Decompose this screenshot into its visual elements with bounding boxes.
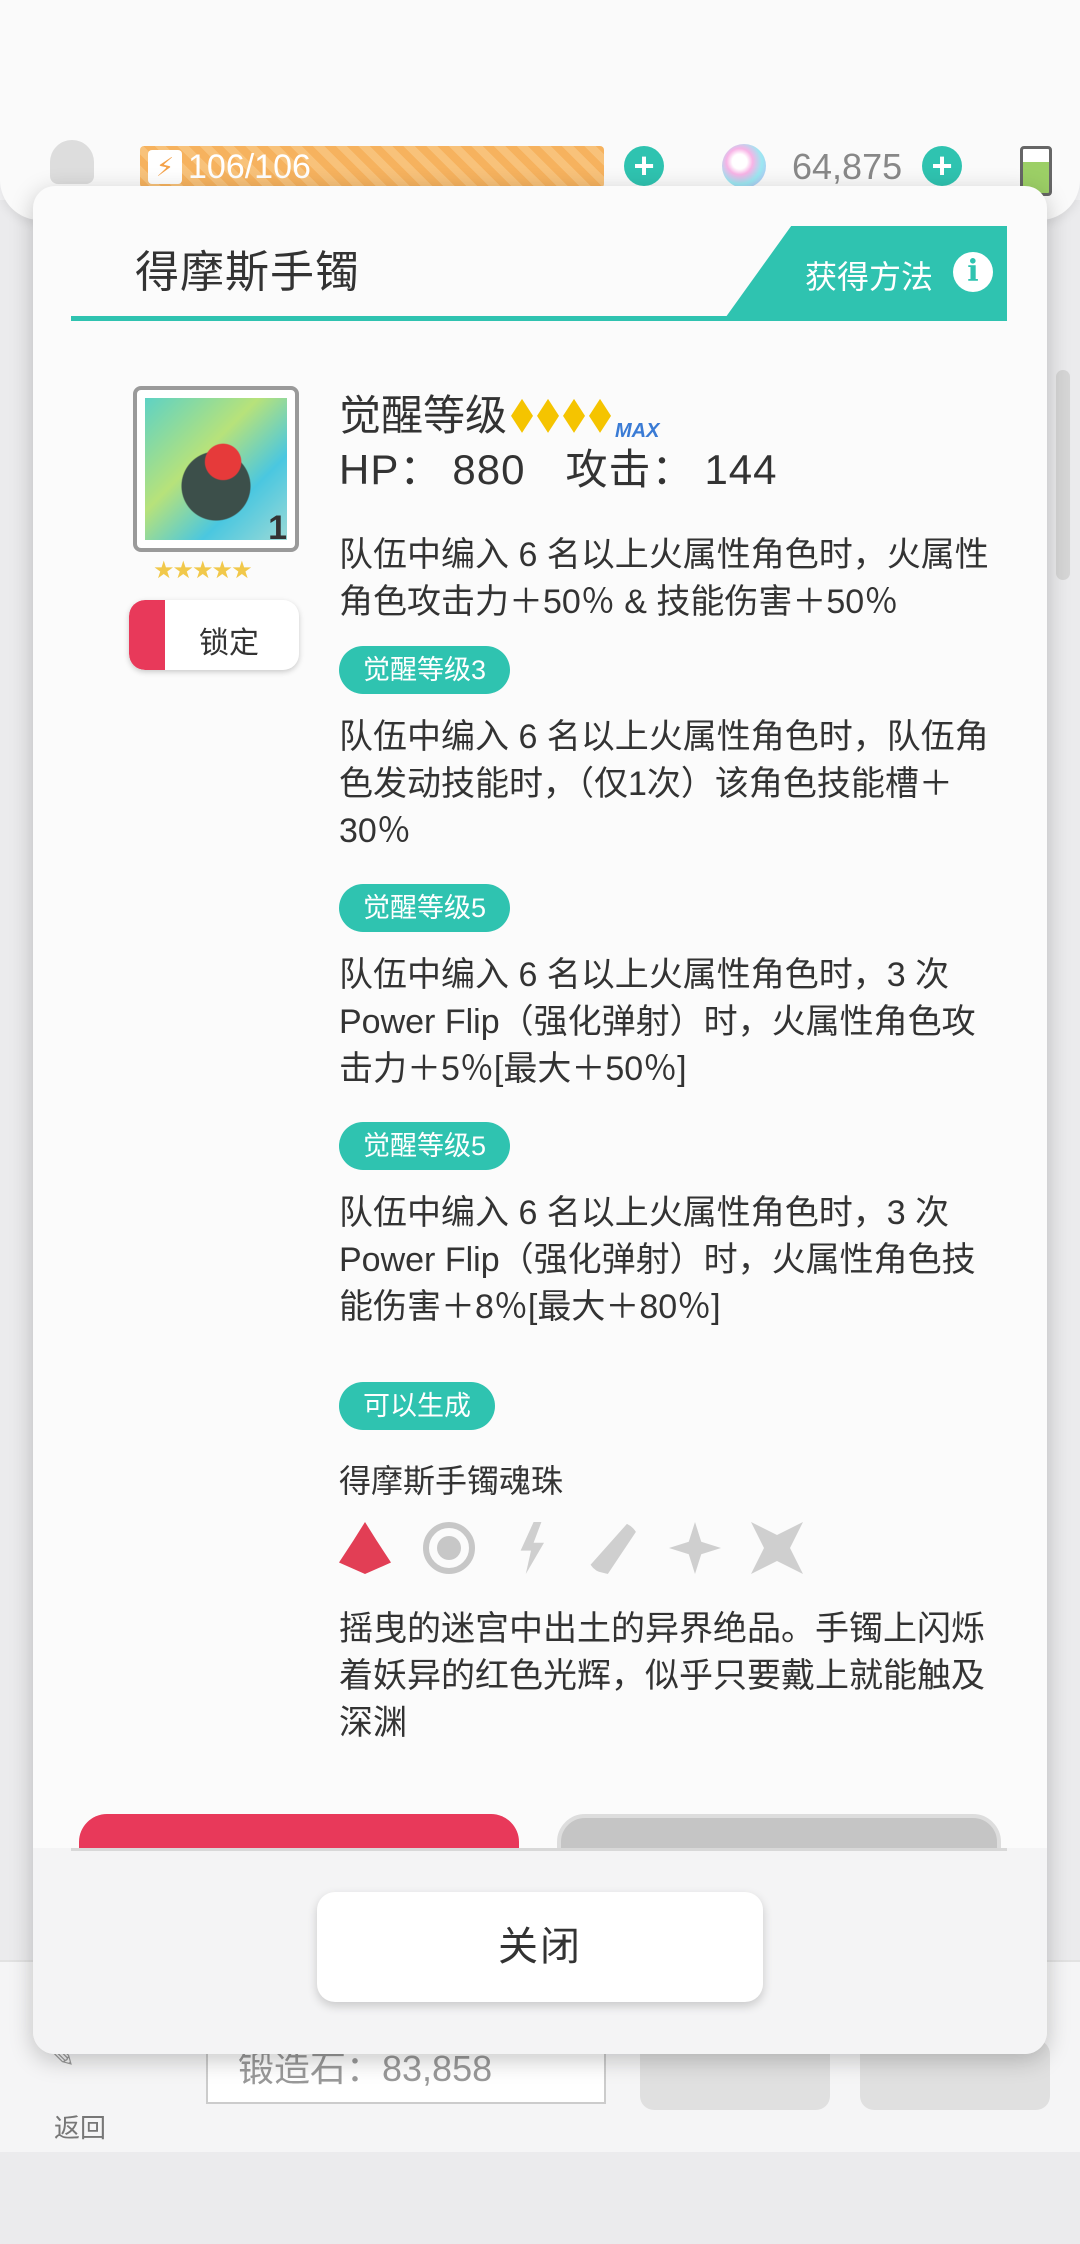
rarity-stars: ★★★★★ [153, 557, 253, 584]
notification-bell-icon[interactable] [50, 140, 94, 184]
awaken-level: 觉醒等级 MAX [339, 382, 659, 443]
thunder-icon [520, 1522, 544, 1574]
item-detail-modal: 得摩斯手镯 获得方法 i 1 ★★★★★ 锁定 觉醒等级 MAX HP： 880 攻… [33, 186, 1047, 2054]
info-icon: i [953, 252, 993, 292]
bracelet-image [145, 398, 287, 540]
modal-title: 得摩斯手镯 [135, 248, 360, 297]
hp-value: 880 [452, 446, 526, 493]
orb-gem-icon [722, 144, 766, 188]
add-gems-button[interactable]: + [922, 146, 962, 186]
stamina-text: 106/106 [188, 148, 311, 186]
awaken-gem-icon [563, 398, 586, 433]
atk-label: 攻击： [565, 446, 695, 493]
add-stamina-button[interactable]: + [624, 146, 664, 186]
dark-icon [751, 1522, 803, 1574]
lock-button[interactable]: 锁定 [129, 600, 299, 670]
how-to-get-label: 获得方法 [805, 259, 934, 295]
item-count: 1 [268, 509, 287, 547]
item-thumbnail: 1 [133, 386, 299, 552]
craftable-tag: 可以生成 [339, 1382, 495, 1430]
soul-orb-name: 得摩斯手镯魂珠 [339, 1463, 564, 1499]
awaken-tag: 觉醒等级5 [339, 1122, 511, 1170]
stats-row: HP： 880 攻击： 144 [339, 436, 788, 497]
close-button[interactable]: 关闭 [317, 1892, 763, 2002]
awaken-tag: 觉醒等级3 [339, 646, 511, 694]
awaken-gem-icon [511, 398, 534, 433]
effect-text: 队伍中编入 6 名以上火属性角色时，队伍角色发动技能时，（仅1次）该角色技能槽＋… [339, 718, 989, 850]
back-label[interactable]: 返回 [54, 2108, 106, 2145]
atk-value: 144 [704, 446, 778, 493]
effect-text: 队伍中编入 6 名以上火属性角色时，火属性角色攻击力＋50％ & 技能伤害＋50… [339, 536, 989, 621]
lock-toggle [129, 600, 165, 670]
lock-label: 锁定 [199, 627, 259, 660]
light-icon [669, 1522, 721, 1574]
awaken-label: 觉醒等级 [339, 392, 508, 439]
awaken-gem-icon [589, 398, 612, 433]
awaken-gem-icon [537, 398, 560, 433]
fire-icon [339, 1522, 391, 1574]
background-scrollbar [1056, 370, 1070, 580]
modal-footer: 关闭 [33, 1848, 1047, 2054]
lightning-icon: ⚡ [148, 150, 182, 184]
wind-icon [587, 1522, 639, 1574]
awaken-tag: 觉醒等级5 [339, 884, 511, 932]
hp-label: HP： [339, 446, 443, 493]
how-to-get-button[interactable]: 获得方法 i [723, 226, 1007, 321]
stamina-bar: ⚡ 106/106 [140, 146, 604, 188]
flavor-text: 摇曳的迷宫中出土的异界绝品。手镯上闪烁着妖异的红色光辉，似乎只要戴上就能触及深渊 [339, 1610, 985, 1742]
effect-text: 队伍中编入 6 名以上火属性角色时，3 次Power Flip（强化弹射）时，火… [339, 956, 976, 1088]
footer-divider [71, 1848, 1007, 1851]
effect-text: 队伍中编入 6 名以上火属性角色时，3 次Power Flip（强化弹射）时，火… [339, 1194, 976, 1326]
gem-count: 64,875 [792, 146, 903, 187]
water-icon [423, 1522, 475, 1574]
